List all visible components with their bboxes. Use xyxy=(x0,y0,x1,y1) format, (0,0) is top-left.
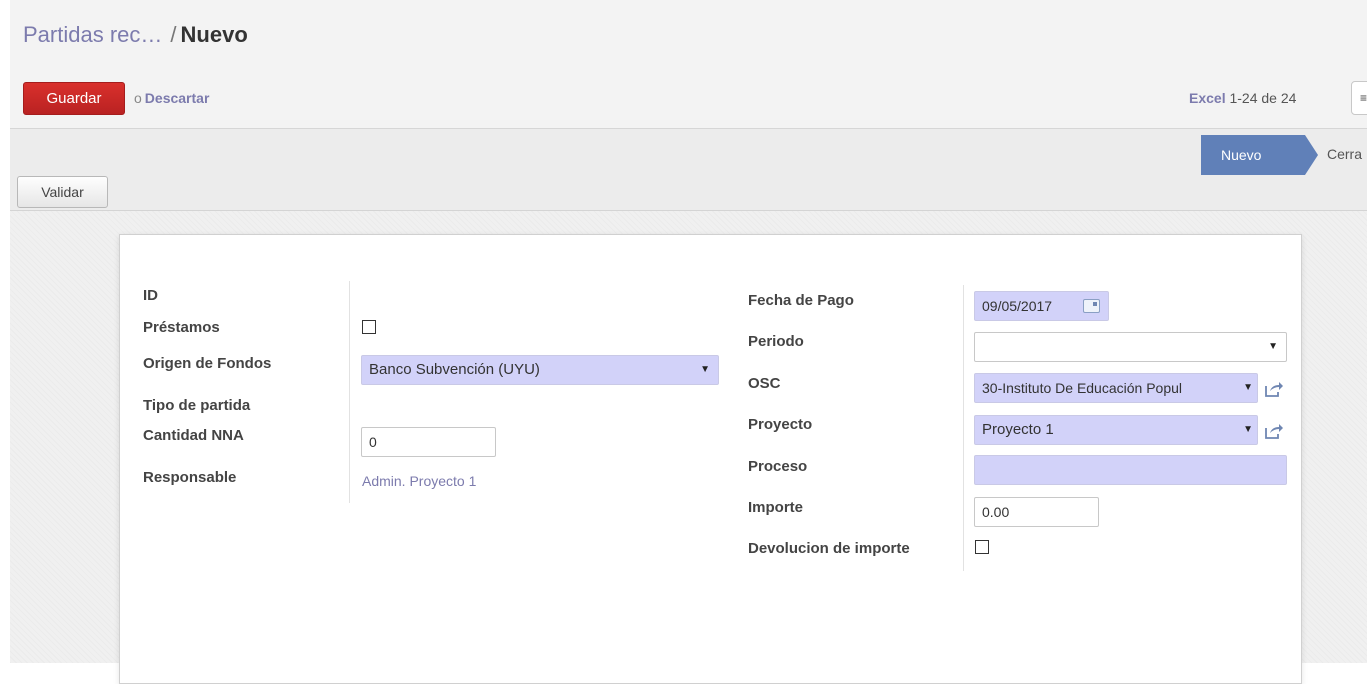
breadcrumb-separator: / xyxy=(170,22,177,47)
responsable-value[interactable]: Admin. Proyecto 1 xyxy=(362,473,476,489)
discard-button[interactable]: Descartar xyxy=(145,90,210,106)
fecha-pago-input[interactable]: 09/05/2017 xyxy=(974,291,1109,321)
fecha-pago-label: Fecha de Pago xyxy=(748,292,854,309)
or-text: o xyxy=(134,90,142,106)
view-menu-icon[interactable]: ≡ xyxy=(1351,81,1367,115)
tipo-partida-label: Tipo de partida xyxy=(143,397,251,414)
devolucion-importe-label: Devolucion de importe xyxy=(748,540,910,557)
origen-fondos-label: Origen de Fondos xyxy=(143,355,272,372)
validate-button[interactable]: Validar xyxy=(17,176,108,208)
devolucion-importe-checkbox[interactable] xyxy=(975,540,989,554)
breadcrumb: Partidas rec… / Nuevo xyxy=(23,22,248,48)
proyecto-select[interactable]: Proyecto 1 ▼ xyxy=(974,415,1258,445)
form-view: Partidas rec… / Nuevo Guardar o Descartar E… xyxy=(10,0,1367,684)
prestamos-label: Préstamos xyxy=(143,319,220,336)
proceso-input[interactable] xyxy=(974,455,1287,485)
osc-value: 30-Instituto De Educación Popul xyxy=(982,380,1183,396)
chevron-down-icon: ▼ xyxy=(1268,341,1278,352)
statusbar: Nuevo Cerra Validar xyxy=(10,129,1367,211)
periodo-select[interactable]: ▼ xyxy=(974,332,1287,362)
cantidad-nna-input[interactable]: 0 xyxy=(361,427,496,457)
chevron-down-icon: ▼ xyxy=(700,364,710,375)
importe-label: Importe xyxy=(748,499,804,516)
proceso-label: Proceso xyxy=(748,458,808,475)
importe-input[interactable]: 0.00 xyxy=(974,497,1099,527)
left-margin xyxy=(0,0,10,663)
osc-label: OSC xyxy=(748,375,781,392)
pager: Excel 1-24 de 24 xyxy=(1189,90,1296,106)
calendar-icon[interactable] xyxy=(1083,299,1100,313)
discard-group: o Descartar xyxy=(134,90,209,106)
stage-nuevo[interactable]: Nuevo xyxy=(1201,135,1305,175)
cantidad-nna-label: Cantidad NNA xyxy=(143,427,244,444)
right-group-divider xyxy=(963,285,964,571)
proyecto-value: Proyecto 1 xyxy=(982,421,1054,438)
control-panel: Partidas rec… / Nuevo Guardar o Descartar E… xyxy=(10,0,1367,129)
breadcrumb-current: Nuevo xyxy=(180,22,248,47)
origen-fondos-select[interactable]: Banco Subvención (UYU) ▼ xyxy=(361,355,719,385)
form-sheet: ID Préstamos Origen de Fondos Tipo de pa… xyxy=(119,234,1302,684)
osc-select[interactable]: 30-Instituto De Educación Popul ▼ xyxy=(974,373,1258,403)
pager-range[interactable]: 1-24 de 24 xyxy=(1229,90,1296,106)
external-link-icon[interactable] xyxy=(1264,422,1284,440)
origen-fondos-value: Banco Subvención (UYU) xyxy=(369,361,540,378)
stage-nuevo-label: Nuevo xyxy=(1221,147,1262,163)
proyecto-label: Proyecto xyxy=(748,416,813,433)
chevron-down-icon: ▼ xyxy=(1243,382,1253,393)
breadcrumb-parent-link[interactable]: Partidas rec… xyxy=(23,22,162,47)
excel-export-link[interactable]: Excel xyxy=(1189,90,1226,106)
periodo-label: Periodo xyxy=(748,333,804,350)
external-link-icon[interactable] xyxy=(1264,380,1284,398)
stage-cerrado[interactable]: Cerra xyxy=(1327,146,1362,162)
left-group-divider xyxy=(349,281,350,503)
chevron-down-icon: ▼ xyxy=(1243,424,1253,435)
stage-arrow-icon xyxy=(1305,135,1318,175)
id-label: ID xyxy=(143,287,158,304)
prestamos-checkbox[interactable] xyxy=(362,320,376,334)
fecha-pago-value: 09/05/2017 xyxy=(982,298,1053,314)
responsable-label: Responsable xyxy=(143,469,237,486)
save-button[interactable]: Guardar xyxy=(23,82,125,115)
